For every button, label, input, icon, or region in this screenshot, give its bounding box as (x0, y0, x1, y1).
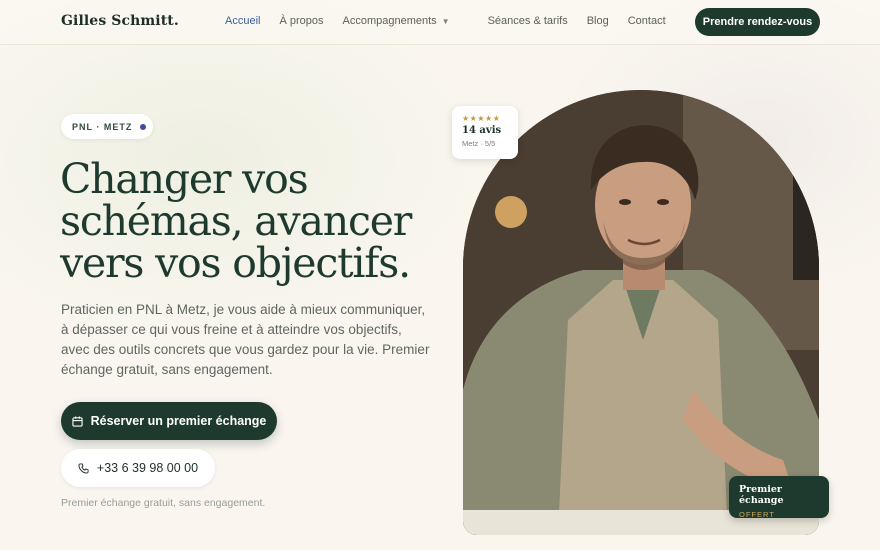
main-menu: Accueil À propos Accompagnements ▼ Séance… (225, 15, 685, 27)
nav-item-label: Accompagnements (342, 15, 437, 27)
nav-item-seances-tarifs[interactable]: Séances & tarifs (488, 15, 568, 27)
offer-title: Premier échange (739, 484, 784, 506)
offer-card: Premier échange OFFERT (729, 476, 829, 519)
hero-title: Changer vos schémas, avancer vers vos ob… (60, 158, 440, 284)
free-call-note: Premier échange gratuit, sans engagement… (61, 497, 266, 509)
nav-item-accueil[interactable]: Accueil (225, 15, 260, 27)
star-rating-icon: ★★★★★ (462, 114, 501, 123)
reserve-call-label: Réserver un premier échange (90, 414, 267, 428)
nav-item-contact[interactable]: Contact (628, 15, 666, 27)
review-card: ★★★★★ 14 avis Metz · 5/5 (452, 106, 518, 159)
phone-button[interactable]: +33 6 39 98 00 00 (61, 449, 215, 487)
hero-lead: Praticien en PNL à Metz, je vous aide à … (61, 302, 430, 377)
phone-icon (78, 462, 89, 474)
hero-title-line: Changer vos (60, 155, 309, 203)
reserve-call-button[interactable]: Réserver un premier échange (61, 402, 277, 440)
review-meta: Metz · 5/5 (462, 139, 496, 148)
offer-subtitle: OFFERT (739, 510, 775, 519)
nav-item-blog[interactable]: Blog (587, 15, 609, 27)
nav-item-a-propos[interactable]: À propos (279, 15, 323, 27)
location-badge: PNL · METZ (61, 114, 153, 139)
brand-logo[interactable]: Gilles Schmitt. (61, 13, 179, 29)
calendar-icon (71, 415, 83, 427)
book-appointment-button[interactable]: Prendre rendez-vous (695, 8, 820, 36)
hero-title-line: schémas, avancer (60, 197, 412, 245)
phone-number: +33 6 39 98 00 00 (96, 461, 199, 475)
review-count: 14 avis (462, 125, 502, 136)
portrait-photo (463, 90, 819, 535)
chevron-down-icon: ▼ (441, 17, 450, 26)
nav-item-accompagnements[interactable]: Accompagnements ▼ (343, 15, 469, 27)
dot-icon (140, 123, 147, 130)
top-nav: Gilles Schmitt. Accueil À propos Accompa… (0, 0, 880, 45)
badge-label: PNL · METZ (72, 121, 133, 132)
hero-title-line: vers vos objectifs. (60, 239, 411, 287)
